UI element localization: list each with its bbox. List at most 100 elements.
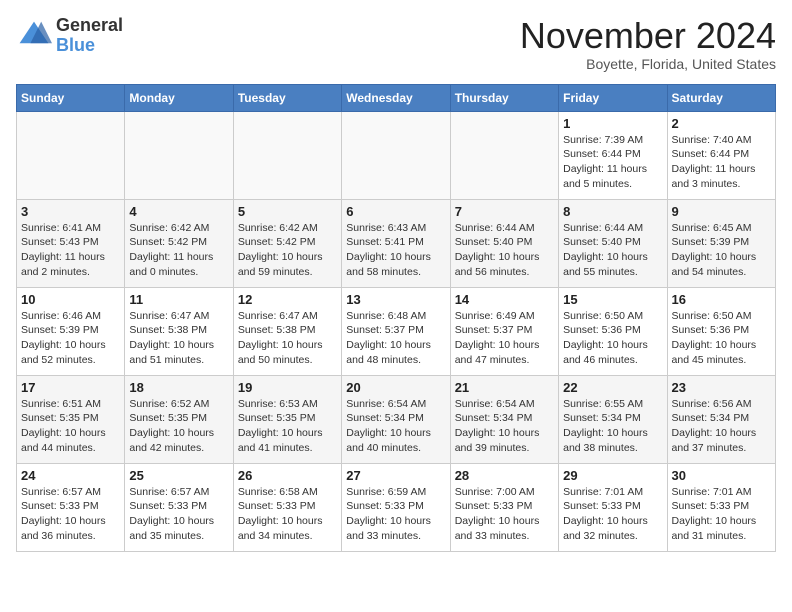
calendar-cell: 10Sunrise: 6:46 AMSunset: 5:39 PMDayligh… [17,287,125,375]
day-number: 14 [455,292,554,307]
calendar-cell: 19 Sunrise: 6:53 AMSunset: 5:35 PMDayligh… [233,375,341,463]
weekday-header-thursday: Thursday [450,84,558,111]
calendar-cell: 17Sunrise: 6:51 AMSunset: 5:35 PMDayligh… [17,375,125,463]
day-info: Sunrise: 6:57 AMSunset: 5:33 PMDaylight:… [129,485,228,544]
day-number: 16 [672,292,771,307]
calendar-week-2: 3 Sunrise: 6:41 AMSunset: 5:43 PMDaylight… [17,199,776,287]
logo-icon [16,18,52,54]
logo-general-text: General [56,16,123,36]
day-info: Sunrise: 6:54 AMSunset: 5:34 PMDaylight:… [346,397,445,456]
day-info: Sunrise: 6:44 AMSunset: 5:40 PMDaylight:… [563,221,662,280]
day-info: Sunrise: 6:53 AMSunset: 5:35 PMDaylight:… [238,397,337,456]
day-number: 3 [21,204,120,219]
calendar-week-1: 1 Sunrise: 7:39 AMSunset: 6:44 PMDaylight… [17,111,776,199]
day-number: 17 [21,380,120,395]
weekday-header-friday: Friday [559,84,667,111]
day-number: 25 [129,468,228,483]
calendar-header: SundayMondayTuesdayWednesdayThursdayFrid… [17,84,776,111]
calendar-cell: 15 Sunrise: 6:50 AMSunset: 5:36 PMDayligh… [559,287,667,375]
day-number: 4 [129,204,228,219]
day-info: Sunrise: 6:54 AMSunset: 5:34 PMDaylight:… [455,397,554,456]
day-number: 1 [563,116,662,131]
calendar-cell [233,111,341,199]
calendar-cell: 26 Sunrise: 6:58 AMSunset: 5:33 PMDayligh… [233,463,341,551]
calendar-cell: 21 Sunrise: 6:54 AMSunset: 5:34 PMDayligh… [450,375,558,463]
calendar-cell: 20 Sunrise: 6:54 AMSunset: 5:34 PMDayligh… [342,375,450,463]
day-info: Sunrise: 7:39 AMSunset: 6:44 PMDaylight:… [563,133,662,192]
calendar-cell: 2 Sunrise: 7:40 AMSunset: 6:44 PMDaylight… [667,111,775,199]
calendar-week-4: 17Sunrise: 6:51 AMSunset: 5:35 PMDayligh… [17,375,776,463]
day-number: 18 [129,380,228,395]
day-info: Sunrise: 6:52 AMSunset: 5:35 PMDaylight:… [129,397,228,456]
day-number: 9 [672,204,771,219]
calendar-cell [17,111,125,199]
day-info: Sunrise: 6:47 AMSunset: 5:38 PMDaylight:… [129,309,228,368]
day-number: 22 [563,380,662,395]
day-number: 28 [455,468,554,483]
calendar-cell: 5Sunrise: 6:42 AMSunset: 5:42 PMDaylight… [233,199,341,287]
weekday-header-tuesday: Tuesday [233,84,341,111]
calendar-cell: 8 Sunrise: 6:44 AMSunset: 5:40 PMDaylight… [559,199,667,287]
calendar-cell [450,111,558,199]
weekday-header-monday: Monday [125,84,233,111]
day-number: 19 [238,380,337,395]
day-number: 20 [346,380,445,395]
day-number: 8 [563,204,662,219]
day-info: Sunrise: 7:00 AMSunset: 5:33 PMDaylight:… [455,485,554,544]
day-number: 23 [672,380,771,395]
calendar-cell: 27 Sunrise: 6:59 AMSunset: 5:33 PMDayligh… [342,463,450,551]
day-info: Sunrise: 6:57 AMSunset: 5:33 PMDaylight:… [21,485,120,544]
calendar-cell: 24 Sunrise: 6:57 AMSunset: 5:33 PMDayligh… [17,463,125,551]
day-number: 15 [563,292,662,307]
month-title: November 2024 [520,16,776,56]
day-number: 10 [21,292,120,307]
calendar-cell: 29Sunrise: 7:01 AMSunset: 5:33 PMDayligh… [559,463,667,551]
day-number: 26 [238,468,337,483]
weekday-header-row: SundayMondayTuesdayWednesdayThursdayFrid… [17,84,776,111]
day-info: Sunrise: 6:59 AMSunset: 5:33 PMDaylight:… [346,485,445,544]
day-info: Sunrise: 7:40 AMSunset: 6:44 PMDaylight:… [672,133,771,192]
day-number: 11 [129,292,228,307]
day-info: Sunrise: 6:48 AMSunset: 5:37 PMDaylight:… [346,309,445,368]
page-header: General Blue November 2024 Boyette, Flor… [16,16,776,72]
title-block: November 2024 Boyette, Florida, United S… [520,16,776,72]
calendar-cell: 12 Sunrise: 6:47 AMSunset: 5:38 PMDayligh… [233,287,341,375]
calendar-cell: 3 Sunrise: 6:41 AMSunset: 5:43 PMDaylight… [17,199,125,287]
day-info: Sunrise: 6:56 AMSunset: 5:34 PMDaylight:… [672,397,771,456]
day-number: 12 [238,292,337,307]
day-info: Sunrise: 6:49 AMSunset: 5:37 PMDaylight:… [455,309,554,368]
calendar-cell: 16Sunrise: 6:50 AMSunset: 5:36 PMDayligh… [667,287,775,375]
calendar-cell: 30 Sunrise: 7:01 AMSunset: 5:33 PMDayligh… [667,463,775,551]
calendar-body: 1 Sunrise: 7:39 AMSunset: 6:44 PMDaylight… [17,111,776,551]
day-number: 6 [346,204,445,219]
day-info: Sunrise: 6:44 AMSunset: 5:40 PMDaylight:… [455,221,554,280]
calendar-cell: 6Sunrise: 6:43 AMSunset: 5:41 PMDaylight… [342,199,450,287]
calendar-cell: 18 Sunrise: 6:52 AMSunset: 5:35 PMDayligh… [125,375,233,463]
day-info: Sunrise: 6:42 AMSunset: 5:42 PMDaylight:… [129,221,228,280]
calendar-week-5: 24 Sunrise: 6:57 AMSunset: 5:33 PMDayligh… [17,463,776,551]
day-info: Sunrise: 7:01 AMSunset: 5:33 PMDaylight:… [672,485,771,544]
weekday-header-wednesday: Wednesday [342,84,450,111]
calendar-cell: 1 Sunrise: 7:39 AMSunset: 6:44 PMDaylight… [559,111,667,199]
day-info: Sunrise: 6:47 AMSunset: 5:38 PMDaylight:… [238,309,337,368]
location-subtitle: Boyette, Florida, United States [520,56,776,72]
calendar-cell: 11 Sunrise: 6:47 AMSunset: 5:38 PMDayligh… [125,287,233,375]
day-number: 5 [238,204,337,219]
calendar-cell [342,111,450,199]
calendar-cell: 9Sunrise: 6:45 AMSunset: 5:39 PMDaylight… [667,199,775,287]
day-info: Sunrise: 6:50 AMSunset: 5:36 PMDaylight:… [563,309,662,368]
day-info: Sunrise: 6:58 AMSunset: 5:33 PMDaylight:… [238,485,337,544]
calendar-cell [125,111,233,199]
day-info: Sunrise: 6:41 AMSunset: 5:43 PMDaylight:… [21,221,120,280]
day-number: 2 [672,116,771,131]
weekday-header-sunday: Sunday [17,84,125,111]
day-number: 13 [346,292,445,307]
day-number: 21 [455,380,554,395]
calendar-cell: 13 Sunrise: 6:48 AMSunset: 5:37 PMDayligh… [342,287,450,375]
day-number: 30 [672,468,771,483]
day-number: 24 [21,468,120,483]
calendar-cell: 4 Sunrise: 6:42 AMSunset: 5:42 PMDaylight… [125,199,233,287]
calendar-cell: 14 Sunrise: 6:49 AMSunset: 5:37 PMDayligh… [450,287,558,375]
day-info: Sunrise: 7:01 AMSunset: 5:33 PMDaylight:… [563,485,662,544]
day-number: 27 [346,468,445,483]
